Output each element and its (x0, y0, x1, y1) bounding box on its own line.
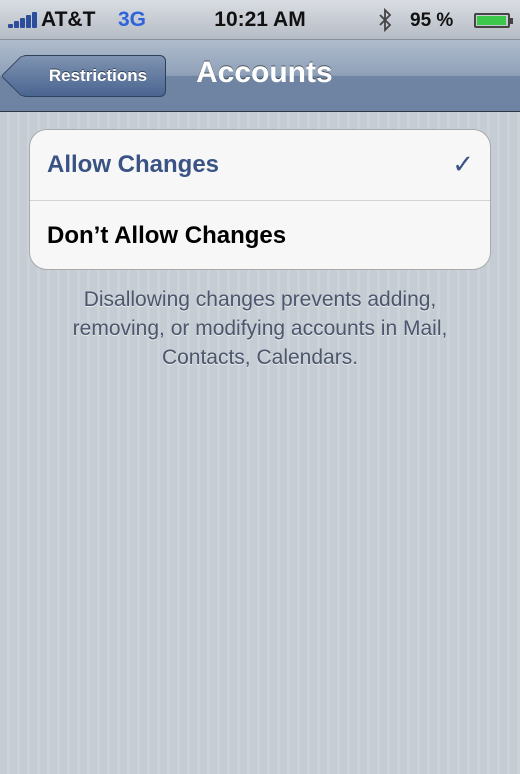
settings-content: Allow Changes ✓ Don’t Allow Changes Disa… (0, 112, 520, 774)
status-bar: AT&T 3G 10:21 AM 95 % (0, 0, 520, 40)
battery-level (477, 16, 506, 25)
back-button[interactable]: Restrictions (20, 55, 166, 97)
battery-icon (474, 13, 513, 28)
bluetooth-icon (379, 8, 392, 32)
checkmark-icon: ✓ (452, 150, 474, 180)
navigation-bar: Restrictions Accounts (0, 40, 520, 112)
back-button-label: Restrictions (48, 66, 148, 85)
option-dont-allow-changes[interactable]: Don’t Allow Changes (30, 200, 490, 269)
option-label: Don’t Allow Changes (47, 222, 287, 249)
options-group: Allow Changes ✓ Don’t Allow Changes (29, 129, 491, 270)
battery-percentage: 95 % (410, 10, 454, 31)
option-allow-changes[interactable]: Allow Changes ✓ (30, 130, 490, 200)
page-title: Accounts (196, 56, 333, 89)
footer-description: Disallowing changes prevents adding, rem… (72, 288, 448, 369)
option-label: Allow Changes (47, 151, 220, 178)
